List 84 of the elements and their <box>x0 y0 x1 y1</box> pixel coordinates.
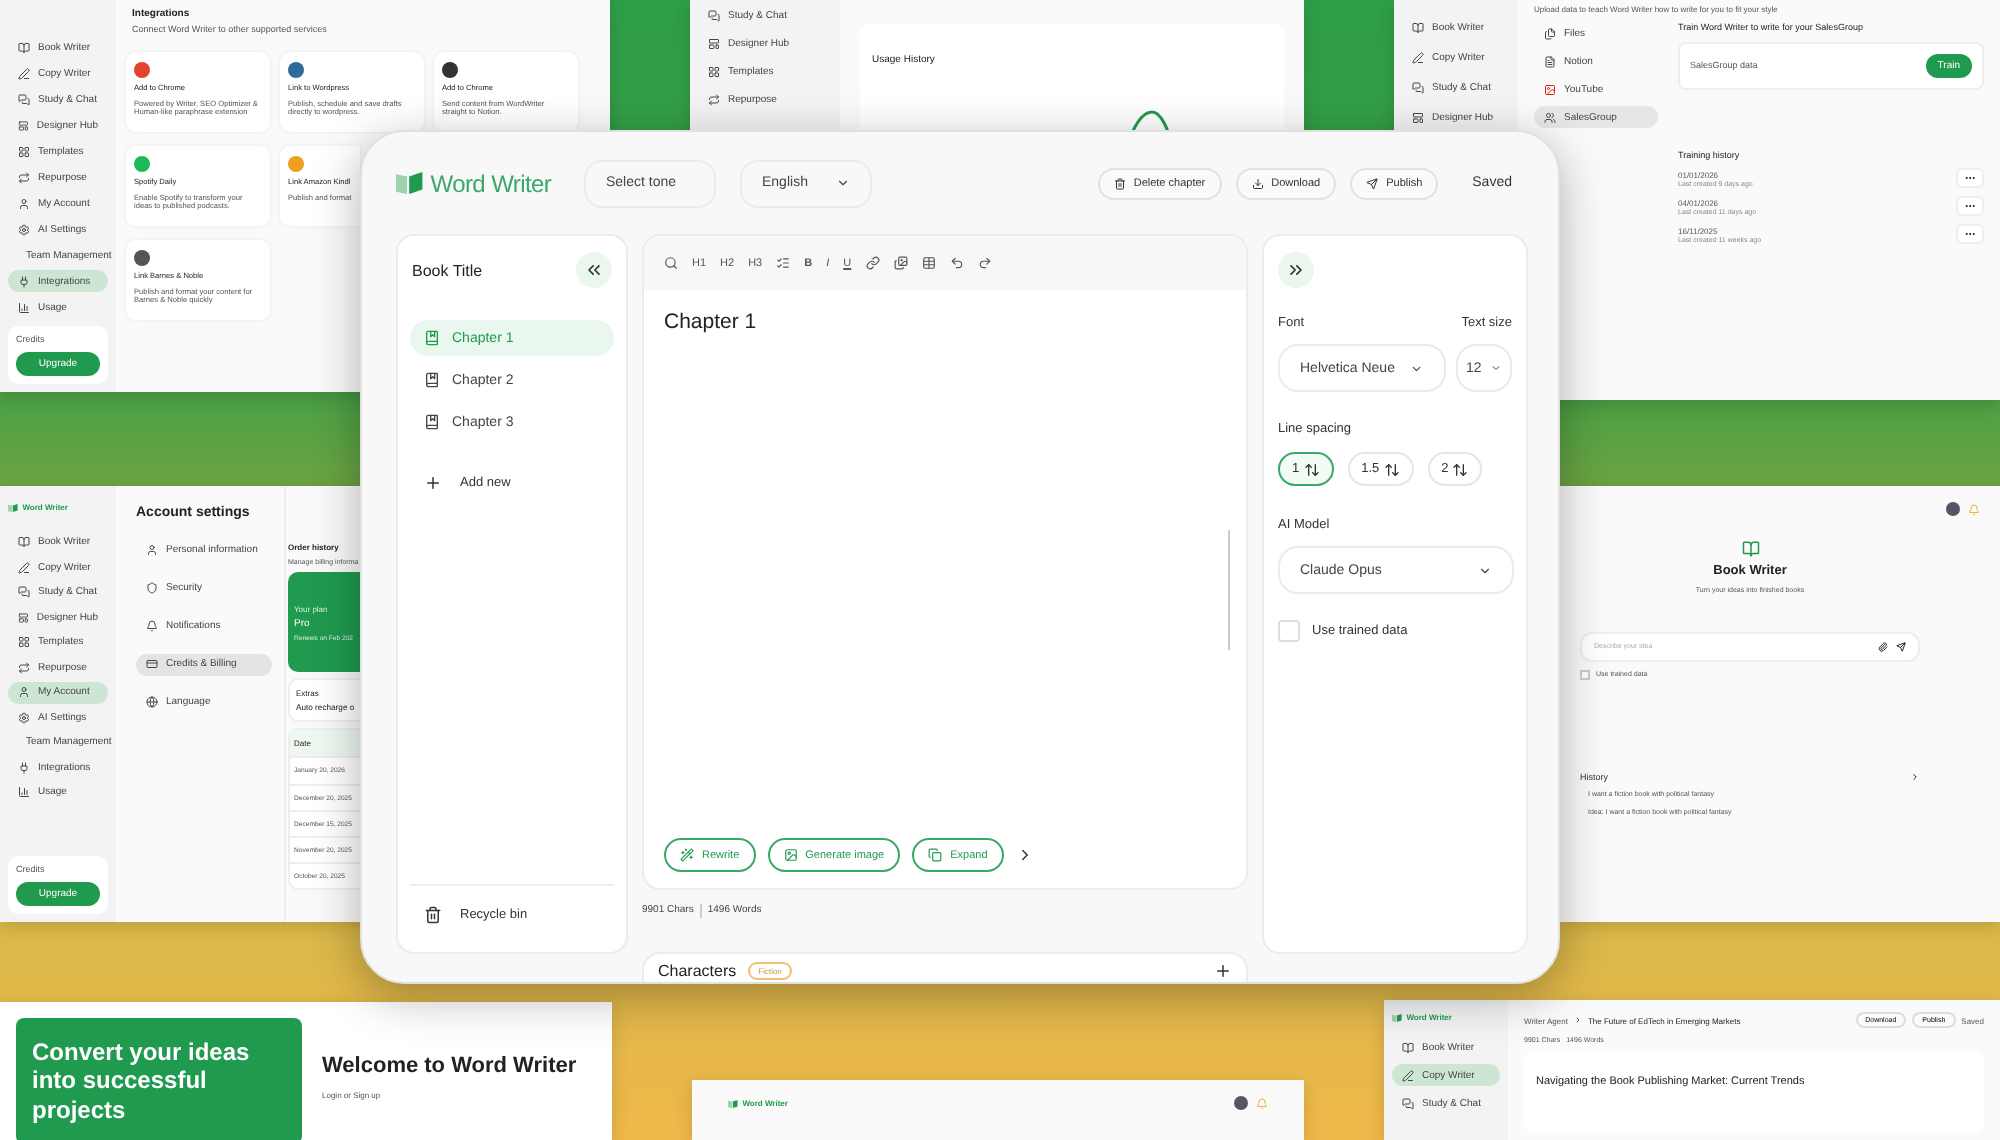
book-icon <box>18 41 30 53</box>
double-chevron-left-icon <box>584 260 604 280</box>
layout-icon <box>708 37 720 49</box>
checklist-icon[interactable] <box>776 256 791 270</box>
settings-icon <box>18 711 30 723</box>
chat-icon <box>18 586 30 598</box>
checkbox[interactable] <box>1278 620 1300 642</box>
link-icon[interactable] <box>865 256 880 270</box>
book-icon <box>424 330 440 346</box>
book-icon <box>18 536 30 548</box>
redo-icon[interactable] <box>977 256 992 270</box>
send-icon[interactable] <box>1896 641 1906 651</box>
scrollbar[interactable] <box>1227 530 1230 650</box>
book-icon <box>424 372 440 388</box>
characters-title: Characters <box>658 962 737 980</box>
repeat-icon <box>18 661 30 673</box>
copy-icon <box>928 848 943 862</box>
double-chevron-right-icon <box>1286 260 1306 280</box>
user-icon <box>18 197 30 209</box>
chapter-heading: Chapter 1 <box>664 310 759 334</box>
paper-plane-icon <box>1366 177 1379 189</box>
shield-icon <box>146 582 158 595</box>
table-icon[interactable] <box>921 256 936 270</box>
book-icon <box>1402 1041 1414 1053</box>
settings-icon <box>18 223 30 235</box>
line-spacing-icon <box>1452 461 1469 477</box>
plug-icon <box>18 761 30 773</box>
plus-icon[interactable] <box>424 474 442 492</box>
book-logo-icon <box>728 1099 739 1107</box>
pen-icon <box>18 561 30 573</box>
globe-icon <box>146 696 158 709</box>
chat-icon <box>1402 1097 1414 1109</box>
card-icon <box>146 658 158 671</box>
images-icon[interactable] <box>893 256 908 270</box>
avatar-icon[interactable] <box>1234 1096 1248 1110</box>
expand-button[interactable] <box>1278 252 1314 288</box>
grid-icon <box>18 145 30 157</box>
layout-icon <box>18 119 29 131</box>
undo-icon[interactable] <box>949 256 964 270</box>
logo-text: Word Writer <box>430 169 552 197</box>
chat-icon <box>18 93 30 105</box>
avatar-icon[interactable] <box>1946 502 1960 516</box>
layout-icon <box>1412 111 1424 123</box>
plus-icon[interactable] <box>1214 962 1232 980</box>
book-logo-icon <box>396 172 425 194</box>
document-icon <box>1544 55 1556 67</box>
book-logo-icon <box>1392 1013 1403 1021</box>
layout-icon <box>18 611 29 623</box>
trash-icon[interactable] <box>424 906 442 924</box>
repeat-icon <box>18 171 30 183</box>
user-icon <box>146 544 158 557</box>
download-icon <box>1251 177 1264 189</box>
hero-text: Convert your ideas into successful projects <box>32 1038 252 1125</box>
grid-icon <box>18 636 30 648</box>
book-icon <box>1741 540 1759 558</box>
book-logo-icon <box>8 503 19 511</box>
user-icon <box>18 686 30 698</box>
pen-icon <box>1412 51 1424 63</box>
line-spacing-icon <box>1303 461 1320 477</box>
grid-icon <box>708 65 720 77</box>
search-icon[interactable] <box>664 256 678 270</box>
files-icon <box>1544 27 1556 39</box>
trash-icon <box>1113 177 1126 189</box>
book-icon <box>1412 21 1424 33</box>
collapse-button[interactable] <box>576 252 612 288</box>
bell-icon <box>146 620 158 633</box>
checkbox[interactable] <box>1580 669 1590 679</box>
attach-icon[interactable] <box>1878 641 1888 651</box>
chevron-icon[interactable] <box>1910 771 1920 782</box>
welcome-title: Welcome to Word Writer <box>322 1054 577 1082</box>
magic-wand-icon <box>680 848 694 862</box>
pen-icon <box>18 67 30 79</box>
chart-icon <box>18 786 30 798</box>
users-icon <box>1544 111 1556 123</box>
chat-icon <box>1412 81 1424 93</box>
pen-icon <box>1402 1069 1414 1081</box>
book-icon <box>424 414 440 430</box>
plug-icon <box>18 275 30 287</box>
repeat-icon <box>708 93 720 105</box>
chat-icon <box>708 9 720 21</box>
chart-icon <box>18 301 30 313</box>
book-title: Book Title <box>412 261 483 279</box>
line-spacing-icon <box>1383 461 1400 477</box>
image-icon <box>783 848 798 862</box>
